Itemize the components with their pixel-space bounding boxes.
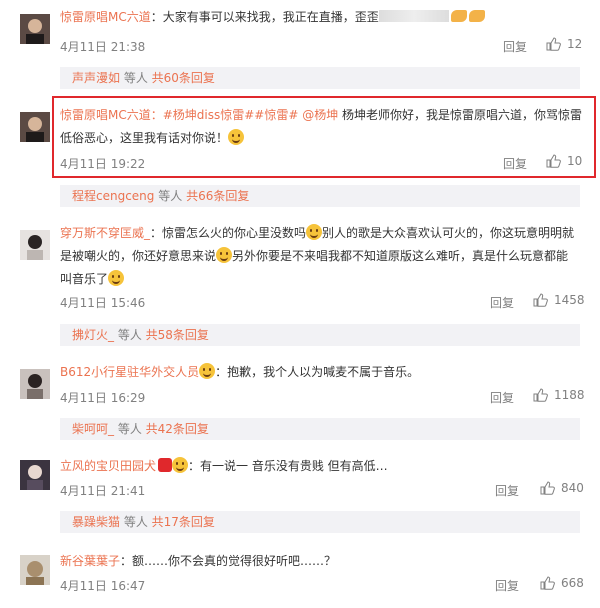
comment-text: B612小行星驻华外交人员 ：抱歉，我个人以为喊麦不属于音乐。: [60, 363, 420, 379]
like-count: 1188: [554, 388, 585, 402]
badge-emoji-icon: [199, 363, 216, 379]
comment-text: 新谷葉葉子：额……你不会真的觉得很好听吧……？: [60, 554, 337, 568]
subreply-summary[interactable]: 拂灯火_ 等人 共58条回复: [60, 324, 580, 346]
comment-item: 惊雷原唱MC六道：大家有事可以来找我，我正在直播，歪歪 4月11日 21:38 …: [0, 0, 600, 60]
comment-username[interactable]: 新谷葉葉子: [60, 554, 120, 568]
comment-text: 穿万斯不穿匡威_：惊雷怎么火的你心里没数吗 别人的歌是大众喜欢认可火的，你这玩意明…: [60, 224, 575, 286]
smile-emoji-icon: [108, 270, 125, 286]
comment-item: B612小行星驻华外交人员 ：抱歉，我个人以为喊麦不属于音乐。 4月11日 16:…: [0, 355, 600, 415]
comment-text: 惊雷原唱MC六道：大家有事可以来找我，我正在直播，歪歪: [60, 6, 540, 29]
comment-username[interactable]: 惊雷原唱MC六道: [60, 10, 151, 24]
subreply-summary[interactable]: 暴躁柴猫 等人 共17条回复: [60, 511, 580, 533]
blurred-text: [378, 10, 449, 22]
avatar[interactable]: [20, 230, 50, 260]
reply-button[interactable]: 回复: [503, 38, 527, 55]
avatar[interactable]: [20, 369, 50, 399]
highlight-box: [52, 96, 596, 178]
comment-item: 立风的宝贝田园犬 ：有一说一 音乐没有贵贱 但有高低… 4月11日 21:41 回…: [0, 450, 600, 505]
reply-button[interactable]: 回复: [495, 482, 519, 499]
thinking-emoji-icon: [306, 224, 323, 240]
comment-item: 穿万斯不穿匡威_：惊雷怎么火的你心里没数吗 别人的歌是大众喜欢认可火的，你这玩意明…: [0, 214, 600, 314]
like-count: 12: [567, 37, 583, 51]
reply-button[interactable]: 回复: [490, 294, 514, 311]
avatar[interactable]: [20, 555, 50, 585]
like-count: 840: [561, 481, 584, 495]
avatar[interactable]: [20, 14, 50, 44]
comment-username[interactable]: 立风的宝贝田园犬: [60, 459, 156, 473]
like-button[interactable]: 1458: [533, 293, 585, 307]
subreply-summary[interactable]: 声声漫如 等人 共60条回复: [60, 67, 580, 89]
thumbs-up-icon: [533, 293, 548, 307]
clap-emoji-icon: [450, 10, 467, 22]
avatar[interactable]: [20, 460, 50, 490]
reply-button[interactable]: 回复: [490, 389, 514, 406]
thumbs-up-icon: [540, 576, 555, 590]
like-count: 1458: [554, 293, 585, 307]
comment-text: 立风的宝贝田园犬 ：有一说一 音乐没有贵贱 但有高低…: [60, 457, 388, 473]
like-button[interactable]: 840: [540, 481, 584, 495]
comment-time: 4月11日 21:41: [60, 484, 146, 498]
thumbs-up-icon: [540, 481, 555, 495]
comment-time: 4月11日 16:29: [60, 391, 146, 405]
comment-time: 4月11日 15:46: [60, 296, 146, 310]
like-count: 668: [561, 576, 584, 590]
like-button[interactable]: 1188: [533, 388, 585, 402]
reply-button[interactable]: 回复: [495, 577, 519, 594]
comment-time: 4月11日 16:47: [60, 579, 146, 593]
thinking-emoji-icon: [216, 247, 233, 263]
comment-item: 新谷葉葉子：额……你不会真的觉得很好听吧……？ 4月11日 16:47 回复 6…: [0, 545, 600, 605]
badge-emoji-icon: [172, 457, 189, 473]
verified-badge-icon: [158, 458, 173, 472]
avatar[interactable]: [20, 112, 50, 142]
clap-emoji-icon: [468, 10, 485, 22]
subreply-summary[interactable]: 程程cengceng 等人 共66条回复: [60, 185, 580, 207]
subreply-summary[interactable]: 柴呵呵_ 等人 共42条回复: [60, 418, 580, 440]
like-button[interactable]: 668: [540, 576, 584, 590]
comment-username[interactable]: 穿万斯不穿匡威_: [60, 226, 150, 240]
comment-username[interactable]: B612小行星驻华外交人员: [60, 365, 199, 379]
like-button[interactable]: 12: [546, 37, 582, 51]
thumbs-up-icon: [546, 37, 561, 51]
thumbs-up-icon: [533, 388, 548, 402]
comment-time: 4月11日 21:38: [60, 40, 146, 54]
